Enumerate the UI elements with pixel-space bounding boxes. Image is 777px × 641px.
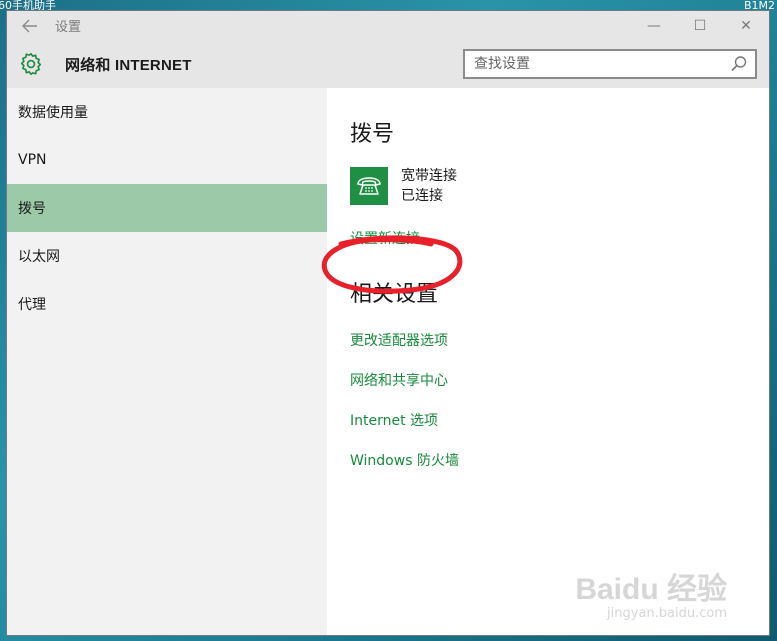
phone-connection-icon (350, 167, 388, 205)
back-arrow-icon (22, 19, 37, 32)
watermark-brand: Baidu 经验 (575, 573, 727, 606)
sidebar-item-label: 数据使用量 (18, 105, 88, 121)
windows-firewall-link[interactable]: Windows 防火墙 (350, 450, 769, 490)
sidebar: 数据使用量 VPN 拨号 以太网 代理 (7, 88, 327, 635)
title-bar: 设置 — ☐ ✕ (7, 11, 769, 40)
sidebar-item-data-usage[interactable]: 数据使用量 (7, 88, 327, 136)
minimize-button[interactable]: — (631, 11, 677, 40)
settings-window: 设置 — ☐ ✕ 网络和 INTERNET 数据使用量 VPN 拨号 以太网 代… (6, 10, 770, 636)
sidebar-item-label: 以太网 (18, 249, 60, 265)
close-button[interactable]: ✕ (723, 11, 769, 40)
maximize-button[interactable]: ☐ (677, 11, 723, 40)
sidebar-item-dialup[interactable]: 拨号 (7, 184, 327, 232)
gear-icon (20, 52, 42, 76)
window-title: 设置 (55, 20, 82, 35)
connection-status: 已连接 (401, 188, 443, 204)
sidebar-item-label: 代理 (18, 297, 46, 313)
internet-options-link[interactable]: Internet 选项 (350, 410, 769, 450)
window-controls: — ☐ ✕ (631, 11, 769, 40)
red-annotation-circle (321, 235, 463, 294)
sidebar-item-ethernet[interactable]: 以太网 (7, 232, 327, 280)
page-title: 网络和 INTERNET (65, 56, 192, 74)
search-box[interactable] (463, 49, 757, 79)
related-links: 更改适配器选项 网络和共享中心 Internet 选项 Windows 防火墙 (350, 330, 769, 490)
sidebar-item-proxy[interactable]: 代理 (7, 280, 327, 328)
sidebar-item-label: VPN (18, 152, 47, 168)
connection-name: 宽带连接 (401, 168, 457, 184)
back-button[interactable] (7, 11, 53, 40)
settings-header: 网络和 INTERNET (7, 40, 769, 88)
section-heading-dialup: 拨号 (350, 122, 395, 147)
search-icon[interactable] (729, 54, 749, 74)
baidu-watermark: Baidu 经验 jingyan.baidu.com (575, 564, 727, 621)
network-sharing-center-link[interactable]: 网络和共享中心 (350, 370, 769, 410)
connection-item[interactable]: 宽带连接 已连接 (350, 166, 769, 206)
sidebar-item-vpn[interactable]: VPN (7, 136, 327, 184)
search-input[interactable] (465, 56, 729, 72)
watermark-url: jingyan.baidu.com (607, 606, 727, 621)
change-adapter-options-link[interactable]: 更改适配器选项 (350, 330, 769, 370)
settings-body: 数据使用量 VPN 拨号 以太网 代理 拨号 宽带连接 已连接 设置新连接 相关… (7, 88, 769, 635)
sidebar-item-label: 拨号 (18, 201, 46, 217)
main-content: 拨号 宽带连接 已连接 设置新连接 相关设置 更改适配器选项 网络和共享中心 I… (321, 88, 769, 635)
